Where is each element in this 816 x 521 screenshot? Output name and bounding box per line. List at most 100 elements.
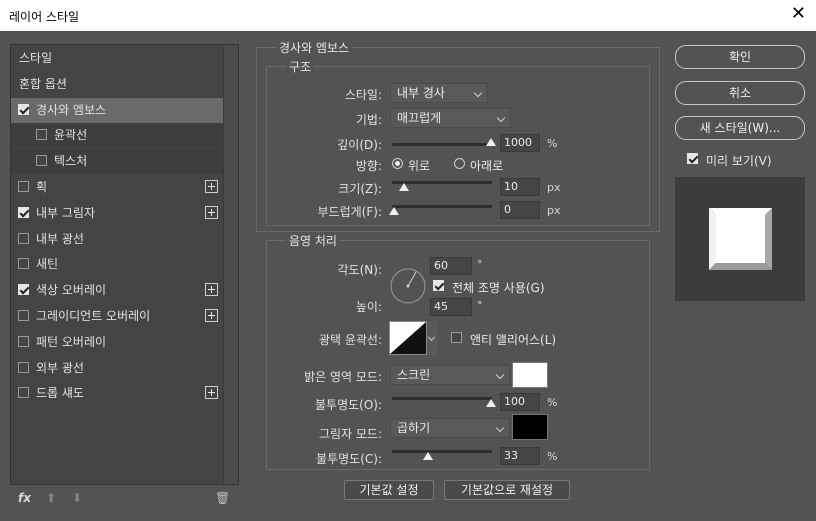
shadow-opacity-input[interactable]: 33 <box>500 447 540 465</box>
depth-input[interactable]: 1000 <box>500 134 540 152</box>
style-list-item[interactable]: 내부 그림자 <box>11 201 223 226</box>
soften-slider-thumb[interactable] <box>389 207 399 215</box>
style-list-item[interactable]: 색상 오버레이 <box>11 278 223 303</box>
style-enable-checkbox[interactable] <box>18 258 29 270</box>
altitude-input[interactable]: 45 <box>430 298 472 316</box>
style-enable-checkbox[interactable] <box>18 310 29 321</box>
style-enable-checkbox[interactable] <box>18 232 29 244</box>
ok-button[interactable]: 확인 <box>675 45 805 69</box>
add-effect-icon[interactable] <box>205 180 218 193</box>
style-list-item-label: 외부 광선 <box>36 360 84 375</box>
shadow-mode-label: 그림자 모드: <box>318 427 382 441</box>
highlight-mode-dropdown[interactable]: 스크린 <box>390 365 510 385</box>
style-list-item[interactable]: 그레이디언트 오버레이 <box>11 304 223 329</box>
make-default-button[interactable]: 기본값 설정 <box>344 480 434 500</box>
add-effect-icon[interactable] <box>205 386 218 400</box>
add-effect-icon[interactable] <box>205 205 218 219</box>
highlight-opacity-label: 불투명도(O): <box>314 398 382 412</box>
style-list-item[interactable]: 텍스처 <box>11 149 223 175</box>
style-enable-checkbox[interactable] <box>18 335 29 347</box>
style-dropdown-value: 내부 경사 <box>397 86 445 100</box>
style-enable-checkbox[interactable] <box>18 361 29 373</box>
style-list-item[interactable]: 새틴 <box>11 252 223 277</box>
technique-dropdown[interactable]: 매끄럽게 <box>390 108 511 128</box>
angle-input[interactable]: 60 <box>430 257 472 275</box>
preview-label: 미리 보기(V) <box>706 154 772 168</box>
soften-slider[interactable] <box>392 205 492 208</box>
shading-title: 음영 처리 <box>286 232 340 249</box>
cancel-button[interactable]: 취소 <box>675 81 805 105</box>
technique-label: 기법: <box>355 113 382 127</box>
trash-icon[interactable]: 🗑 <box>215 491 230 505</box>
gloss-contour-swatch[interactable] <box>389 321 427 355</box>
style-list-item-label: 패턴 오버레이 <box>36 334 107 349</box>
highlight-opacity-unit: % <box>547 396 558 409</box>
highlight-opacity-input[interactable]: 100 <box>500 393 540 411</box>
size-slider-thumb[interactable] <box>399 183 409 191</box>
highlight-color-swatch[interactable] <box>512 362 548 388</box>
style-list-item[interactable]: 스타일 <box>11 46 223 71</box>
style-list-item-label: 텍스처 <box>54 154 88 169</box>
soften-input[interactable]: 0 <box>500 201 540 219</box>
chevron-down-icon <box>427 333 436 342</box>
style-list-item[interactable]: 경사와 엠보스 <box>11 97 223 123</box>
move-down-icon[interactable]: ⬇ <box>72 491 82 505</box>
style-enable-checkbox[interactable] <box>18 387 29 399</box>
style-list-item[interactable]: 외부 광선 <box>11 356 223 381</box>
depth-unit: % <box>547 137 558 150</box>
shadow-color-swatch[interactable] <box>512 414 548 440</box>
direction-down-radio[interactable] <box>454 158 465 169</box>
style-list-item-label: 획 <box>36 180 48 194</box>
highlight-opacity-thumb[interactable] <box>486 399 496 407</box>
style-list-item[interactable]: 패턴 오버레이 <box>11 330 223 355</box>
add-effect-icon[interactable] <box>205 309 218 322</box>
window-title: 레이어 스타일 <box>9 10 80 24</box>
style-enable-checkbox[interactable] <box>18 206 29 218</box>
chevron-down-icon <box>496 113 506 123</box>
close-icon[interactable]: ✕ <box>791 4 806 24</box>
styles-list-scrollbar[interactable] <box>223 45 238 484</box>
reset-default-button[interactable]: 기본값으로 재설정 <box>444 480 570 500</box>
shadow-mode-dropdown[interactable]: 곱하기 <box>390 418 510 438</box>
angle-dial[interactable] <box>389 267 427 305</box>
style-enable-checkbox[interactable] <box>18 181 29 192</box>
antialias-label: 앤티 앨리어스(L) <box>470 333 557 347</box>
global-light-checkbox[interactable] <box>433 280 444 291</box>
shadow-opacity-slider[interactable] <box>392 450 492 453</box>
chevron-down-icon <box>495 423 505 433</box>
soften-label: 부드럽게(F): <box>317 205 382 219</box>
style-list-item[interactable]: 내부 광선 <box>11 227 223 252</box>
style-list-item[interactable]: 획 <box>11 175 223 200</box>
fx-icon[interactable]: fx <box>18 491 31 505</box>
chevron-down-icon <box>473 88 483 98</box>
style-list-item-label: 새틴 <box>36 257 59 272</box>
style-list-item[interactable]: 혼합 옵션 <box>11 72 223 97</box>
style-enable-checkbox[interactable] <box>36 129 47 141</box>
style-list-item[interactable]: 윤곽선 <box>11 123 223 149</box>
depth-slider-thumb[interactable] <box>486 138 496 146</box>
depth-slider[interactable] <box>392 143 492 146</box>
style-enable-checkbox[interactable] <box>18 284 29 296</box>
technique-dropdown-value: 매끄럽게 <box>397 111 442 125</box>
direction-up-label: 위로 <box>408 159 431 173</box>
move-up-icon[interactable]: ⬆ <box>46 491 56 505</box>
direction-up-radio[interactable] <box>392 158 403 169</box>
shadow-opacity-unit: % <box>547 450 558 463</box>
add-effect-icon[interactable] <box>205 283 218 297</box>
highlight-opacity-slider[interactable] <box>392 397 492 400</box>
structure-title: 구조 <box>286 58 315 75</box>
antialias-checkbox[interactable] <box>451 332 462 343</box>
size-input[interactable]: 10 <box>500 178 540 196</box>
style-list-item-label: 색상 오버레이 <box>36 283 107 298</box>
altitude-unit: ° <box>477 299 483 312</box>
depth-label: 깊이(D): <box>337 138 382 152</box>
style-list-item[interactable]: 드롭 섀도 <box>11 381 223 406</box>
new-style-button[interactable]: 새 스타일(W)... <box>675 116 805 140</box>
gloss-contour-dropdown[interactable] <box>427 321 437 355</box>
shadow-opacity-thumb[interactable] <box>423 452 433 460</box>
preview-checkbox[interactable] <box>687 153 698 164</box>
style-enable-checkbox[interactable] <box>18 103 29 115</box>
style-enable-checkbox[interactable] <box>36 155 47 167</box>
chevron-down-icon <box>495 370 505 380</box>
style-dropdown[interactable]: 내부 경사 <box>390 83 488 103</box>
